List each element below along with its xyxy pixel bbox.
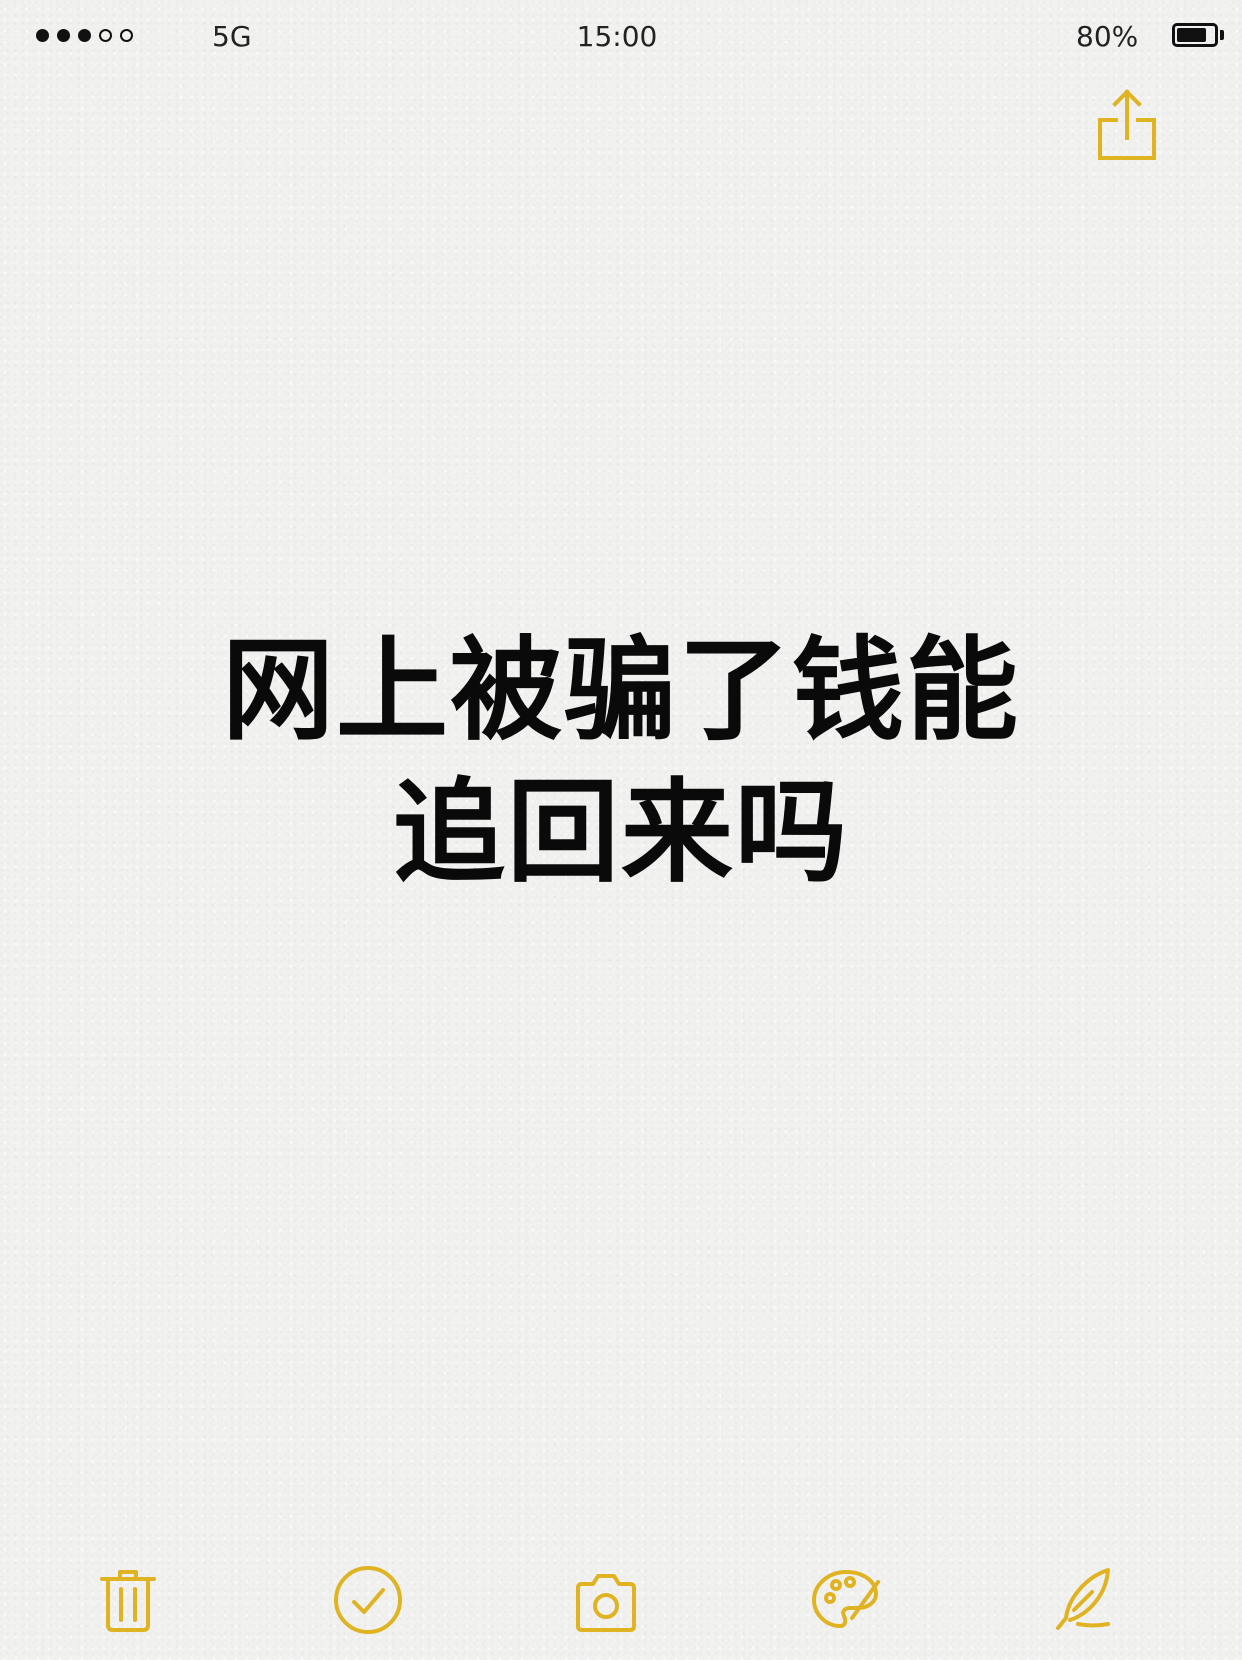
share-icon (1098, 89, 1156, 160)
note-title-line-2: 追回来吗 (393, 768, 849, 898)
share-button[interactable] (1094, 88, 1160, 164)
status-bar: 5G 15:00 80% (0, 0, 1242, 76)
delete-button[interactable] (88, 1560, 168, 1640)
markup-button[interactable] (806, 1560, 886, 1640)
palette-icon (812, 1570, 880, 1628)
camera-icon (576, 1574, 636, 1632)
bottom-toolbar (0, 1560, 1242, 1640)
compose-button[interactable] (1044, 1560, 1124, 1640)
battery-cap (1220, 30, 1224, 40)
checklist-button[interactable] (328, 1560, 408, 1640)
trash-icon (100, 1570, 156, 1632)
camera-button[interactable] (566, 1560, 646, 1640)
note-title: 网上被骗了钱能 追回来吗 (0, 620, 1242, 904)
battery-percentage: 80% (1076, 20, 1139, 53)
checklist-icon (334, 1566, 402, 1634)
battery-icon (1172, 23, 1218, 47)
pen-icon (1056, 1568, 1110, 1630)
clock: 15:00 (576, 20, 658, 53)
note-title-line-1: 网上被骗了钱能 (222, 626, 1020, 756)
battery-level-fill (1177, 28, 1206, 42)
